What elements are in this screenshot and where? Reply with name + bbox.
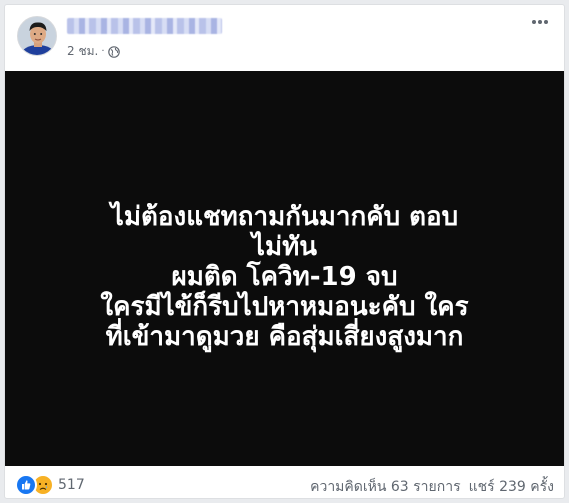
post-text-line: ใครมีไข้ก็รีบไปหาหมอนะคับ ใคร: [100, 291, 469, 322]
text-post-background[interactable]: ไม่ต้องแชทถามกันมากคับ ตอบ ไม่ทัน ผมติด …: [5, 71, 564, 466]
post-meta: 2 ชม. ·: [67, 42, 120, 61]
reaction-count: 517: [58, 477, 85, 493]
comments-count-link[interactable]: ความคิดเห็น 63 รายการ: [310, 476, 461, 498]
post-text-line: ผมติด โควิท-19 จบ: [171, 261, 398, 292]
globe-icon[interactable]: [107, 45, 120, 58]
facebook-post: 2 ชม. · ไม่ต้องแชทถามกันมากคับ ตอบ ไม่ทั…: [4, 4, 565, 499]
more-horizontal-icon: [530, 17, 550, 38]
post-timestamp[interactable]: 2 ชม.: [67, 42, 98, 61]
post-text-line: ไม่ทัน: [251, 231, 318, 262]
like-icon: [15, 474, 37, 496]
avatar[interactable]: [17, 16, 57, 56]
meta-separator: ·: [101, 46, 105, 57]
engagement-stats: ความคิดเห็น 63 รายการ แชร์ 239 ครั้ง: [310, 476, 554, 498]
more-options-button[interactable]: [526, 11, 554, 33]
post-text-line: ไม่ต้องแชทถามกันมากคับ ตอบ: [110, 201, 459, 232]
author-name-redacted[interactable]: [67, 18, 222, 34]
shares-count-link[interactable]: แชร์ 239 ครั้ง: [469, 476, 554, 498]
post-text-line: ที่เข้ามาดูมวย คือสุ่มเสี่ยงสูงมาก: [105, 321, 464, 352]
post-text: ไม่ต้องแชทถามกันมากคับ ตอบ ไม่ทัน ผมติด …: [100, 202, 468, 352]
avatar-photo: [18, 17, 56, 55]
post-footer: 517 ความคิดเห็น 63 รายการ แชร์ 239 ครั้ง: [5, 466, 564, 498]
reactions-summary[interactable]: 517: [15, 474, 85, 496]
